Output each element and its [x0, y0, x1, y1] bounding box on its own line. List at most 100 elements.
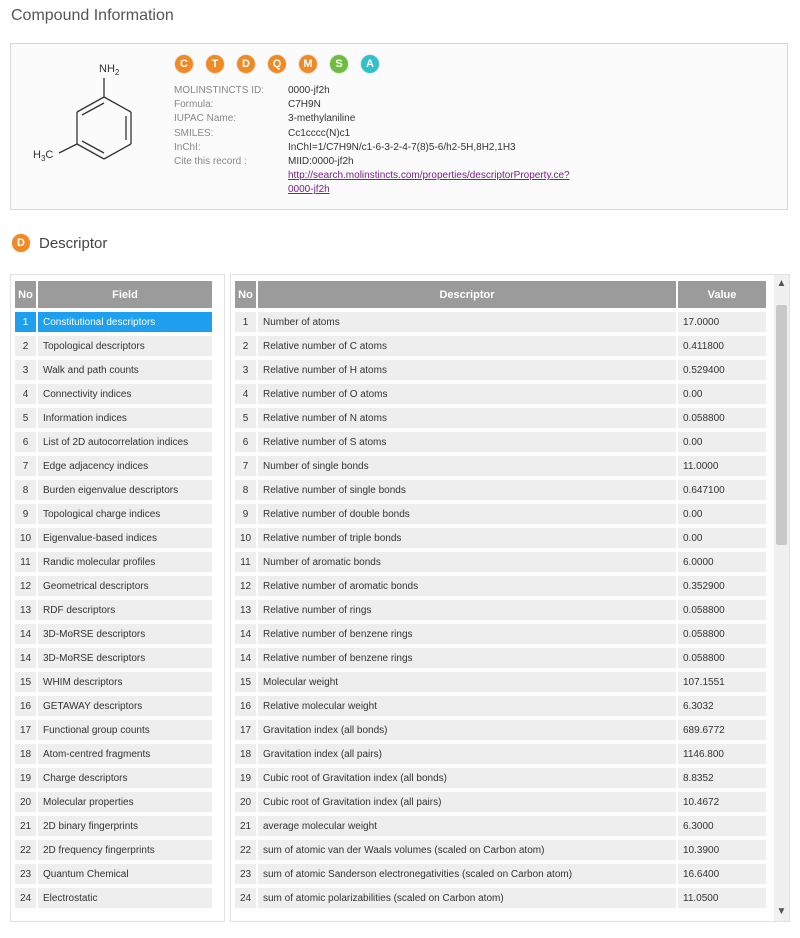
descriptor-title: Descriptor	[39, 234, 108, 252]
field-name[interactable]: Information indices	[38, 408, 212, 428]
field-row[interactable]: 7 Edge adjacency indices	[15, 456, 212, 476]
descriptor-row: 23 sum of atomic Sanderson electronegativ…	[235, 864, 766, 884]
descriptor-table: No Descriptor Value 1 Number of atoms 17.0…	[233, 277, 768, 912]
descriptor-row: 21 average molecular weight 6.3000	[235, 816, 766, 836]
field-name[interactable]: Molecular properties	[38, 792, 212, 812]
descriptor-row: 4 Relative number of O atoms 0.00	[235, 384, 766, 404]
field-name[interactable]: RDF descriptors	[38, 600, 212, 620]
scroll-down-icon[interactable]: ▼	[775, 905, 788, 919]
row-number: 2	[235, 336, 256, 356]
cite-value: MIID:0000-jf2h	[288, 156, 354, 168]
formula-label: Formula:	[174, 99, 214, 111]
field-row[interactable]: 16 GETAWAY descriptors	[15, 696, 212, 716]
descriptor-value: 0.058800	[678, 648, 766, 668]
field-name[interactable]: Eigenvalue-based indices	[38, 528, 212, 548]
field-name[interactable]: Geometrical descriptors	[38, 576, 212, 596]
field-name[interactable]: 2D frequency fingerprints	[38, 840, 212, 860]
field-row[interactable]: 21 2D binary fingerprints	[15, 816, 212, 836]
descriptor-row: 22 sum of atomic van der Waals volumes (s…	[235, 840, 766, 860]
scroll-up-icon[interactable]: ▲	[775, 277, 788, 291]
row-number: 10	[235, 528, 256, 548]
badge-t-icon[interactable]: T	[206, 55, 224, 73]
field-name[interactable]: Edge adjacency indices	[38, 456, 212, 476]
descriptor-row: 12 Relative number of aromatic bonds 0.352…	[235, 576, 766, 596]
field-row[interactable]: 19 Charge descriptors	[15, 768, 212, 788]
field-row[interactable]: 8 Burden eigenvalue descriptors	[15, 480, 212, 500]
col-no-header: No	[15, 281, 36, 308]
row-number: 3	[235, 360, 256, 380]
smiles-label: SMILES:	[174, 127, 214, 139]
field-row[interactable]: 24 Electrostatic	[15, 888, 212, 908]
field-row[interactable]: 17 Functional group counts	[15, 720, 212, 740]
field-name[interactable]: Connectivity indices	[38, 384, 212, 404]
row-number: 9	[235, 504, 256, 524]
field-row[interactable]: 4 Connectivity indices	[15, 384, 212, 404]
category-badges: CTDQMSA	[175, 55, 379, 73]
badge-s-icon[interactable]: S	[330, 55, 348, 73]
field-row[interactable]: 18 Atom-centred fragments	[15, 744, 212, 764]
badge-d-icon[interactable]: D	[237, 55, 255, 73]
molecule-structure-image: NH2 H3C	[33, 63, 132, 163]
field-row[interactable]: 1 Constitutional descriptors	[15, 312, 212, 332]
field-row[interactable]: 23 Quantum Chemical	[15, 864, 212, 884]
field-name[interactable]: Constitutional descriptors	[38, 312, 212, 332]
field-name[interactable]: WHIM descriptors	[38, 672, 212, 692]
field-row[interactable]: 9 Topological charge indices	[15, 504, 212, 524]
field-name[interactable]: 3D-MoRSE descriptors	[38, 624, 212, 644]
field-row[interactable]: 6 List of 2D autocorrelation indices	[15, 432, 212, 452]
inchi-label: InChI:	[174, 141, 201, 153]
field-table: No Field 1 Constitutional descriptors 2 Top…	[13, 277, 214, 912]
badge-m-icon[interactable]: M	[299, 55, 317, 73]
field-row[interactable]: 12 Geometrical descriptors	[15, 576, 212, 596]
descriptor-value: 107.1551	[678, 672, 766, 692]
row-number: 14	[15, 624, 36, 644]
descriptor-value: 10.3900	[678, 840, 766, 860]
badge-q-icon[interactable]: Q	[268, 55, 286, 73]
field-name[interactable]: Topological charge indices	[38, 504, 212, 524]
field-name[interactable]: Quantum Chemical	[38, 864, 212, 884]
field-name[interactable]: Atom-centred fragments	[38, 744, 212, 764]
field-row[interactable]: 14 3D-MoRSE descriptors	[15, 648, 212, 668]
badge-c-icon[interactable]: C	[175, 55, 193, 73]
field-row[interactable]: 11 Randic molecular profiles	[15, 552, 212, 572]
field-name[interactable]: Topological descriptors	[38, 336, 212, 356]
field-name[interactable]: GETAWAY descriptors	[38, 696, 212, 716]
descriptor-heading: D Descriptor	[12, 234, 107, 252]
field-row[interactable]: 20 Molecular properties	[15, 792, 212, 812]
descriptor-row: 9 Relative number of double bonds 0.00	[235, 504, 766, 524]
badge-a-icon[interactable]: A	[361, 55, 379, 73]
descriptor-value: 16.6400	[678, 864, 766, 884]
cite-link-id[interactable]: 0000-jf2h	[288, 183, 330, 197]
field-name[interactable]: 3D-MoRSE descriptors	[38, 648, 212, 668]
field-name[interactable]: Functional group counts	[38, 720, 212, 740]
field-row[interactable]: 10 Eigenvalue-based indices	[15, 528, 212, 548]
field-name[interactable]: Burden eigenvalue descriptors	[38, 480, 212, 500]
field-name[interactable]: 2D binary fingerprints	[38, 816, 212, 836]
field-name[interactable]: Electrostatic	[38, 888, 212, 908]
field-name[interactable]: Walk and path counts	[38, 360, 212, 380]
descriptor-name: average molecular weight	[258, 816, 676, 836]
row-number: 5	[235, 408, 256, 428]
compound-info-box: NH2 H3C CTDQMSA MOLINSTINCTS ID: 0000-jf2…	[10, 43, 788, 210]
field-name[interactable]: Randic molecular profiles	[38, 552, 212, 572]
field-row[interactable]: 13 RDF descriptors	[15, 600, 212, 620]
row-number: 6	[15, 432, 36, 452]
descriptor-name: Relative number of H atoms	[258, 360, 676, 380]
field-name[interactable]: List of 2D autocorrelation indices	[38, 432, 212, 452]
descriptor-name: Relative number of rings	[258, 600, 676, 620]
field-row[interactable]: 2 Topological descriptors	[15, 336, 212, 356]
cite-link[interactable]: http://search.molinstincts.com/propertie…	[288, 169, 570, 183]
compound-details: MOLINSTINCTS ID: 0000-jf2h Formula: C7H9N …	[174, 84, 570, 198]
descriptor-scrollbar[interactable]: ▲ ▼	[774, 275, 789, 921]
field-row[interactable]: 14 3D-MoRSE descriptors	[15, 624, 212, 644]
field-row[interactable]: 22 2D frequency fingerprints	[15, 840, 212, 860]
field-name[interactable]: Charge descriptors	[38, 768, 212, 788]
field-row[interactable]: 5 Information indices	[15, 408, 212, 428]
descriptor-row: 17 Gravitation index (all bonds) 689.6772	[235, 720, 766, 740]
field-row[interactable]: 3 Walk and path counts	[15, 360, 212, 380]
scrollbar-thumb[interactable]	[776, 305, 787, 545]
descriptor-name: sum of atomic polarizabilities (scaled o…	[258, 888, 676, 908]
field-row[interactable]: 15 WHIM descriptors	[15, 672, 212, 692]
descriptor-row: 8 Relative number of single bonds 0.647100	[235, 480, 766, 500]
descriptor-value: 0.00	[678, 528, 766, 548]
